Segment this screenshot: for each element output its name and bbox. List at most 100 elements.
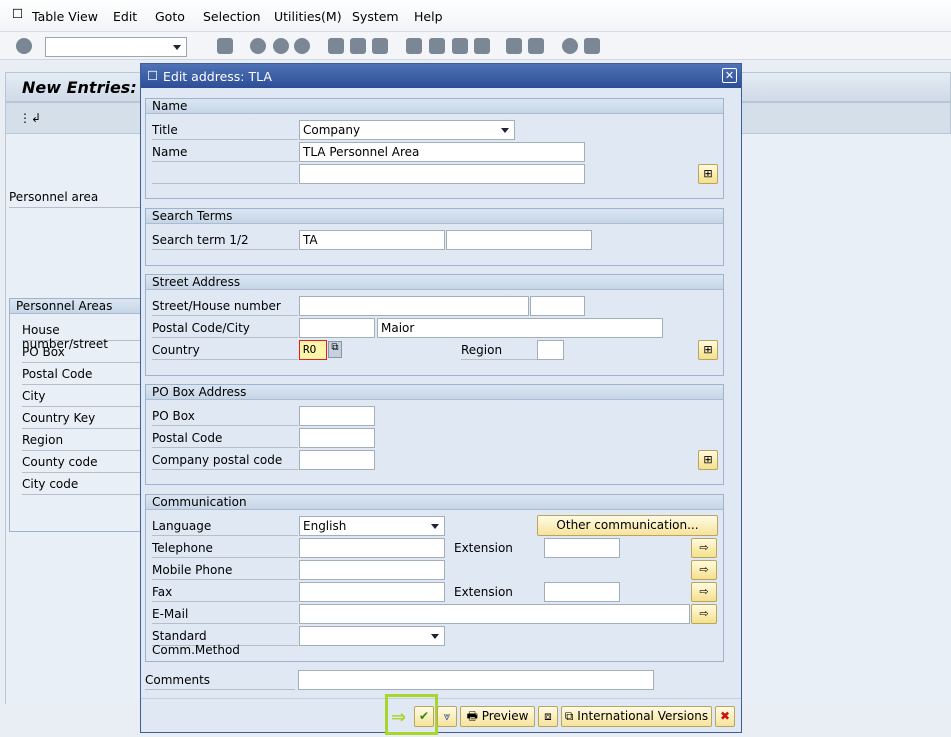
address-versions-button[interactable]: ⧈ <box>538 706 558 727</box>
telephone-more-icon[interactable]: ⇨ <box>691 538 717 558</box>
group-header: Communication <box>146 495 723 510</box>
fax-extension-input[interactable] <box>544 582 620 602</box>
menu-goto[interactable]: Goto <box>155 9 185 24</box>
postal-city-label: Postal Code/City <box>152 318 298 338</box>
menu-table-view[interactable]: Table View <box>32 9 98 24</box>
back-icon[interactable] <box>250 38 266 54</box>
title-select[interactable]: Company <box>299 120 515 140</box>
page-title: New Entries: D <box>22 78 156 97</box>
menu-utilities[interactable]: Utilities(M) <box>274 9 342 24</box>
name-label: Name <box>152 142 298 162</box>
name2-label <box>152 164 298 184</box>
dialog-title: Edit address: TLA <box>163 69 272 84</box>
save-icon[interactable] <box>217 38 233 54</box>
company-postal-label: Company postal code <box>152 450 298 470</box>
city-input[interactable]: Maior <box>377 318 663 338</box>
po-box-input[interactable] <box>299 406 375 426</box>
country-label: Country <box>152 340 298 360</box>
cancel-icon[interactable] <box>294 38 310 54</box>
more-fields-icon[interactable]: ⊞ <box>698 340 718 360</box>
communication-group: Communication Language English Other com… <box>145 494 724 662</box>
menu-bar: ☐ Table View Edit Goto Selection Utiliti… <box>0 0 951 32</box>
group-header: Search Terms <box>146 209 723 224</box>
print-icon[interactable] <box>328 38 344 54</box>
enter-icon[interactable] <box>16 38 32 54</box>
name2-input[interactable] <box>299 164 585 184</box>
search-term-2-input[interactable] <box>446 230 592 250</box>
last-page-icon[interactable] <box>474 38 490 54</box>
language-select[interactable]: English <box>299 516 445 536</box>
postal-code-input[interactable] <box>299 318 375 338</box>
bg-field: House number/street <box>22 320 146 351</box>
telephone-label: Telephone <box>152 538 298 558</box>
cancel-button[interactable]: ✖ <box>715 706 735 727</box>
fax-input[interactable] <box>299 582 445 602</box>
close-icon[interactable]: ✕ <box>722 68 737 83</box>
telephone-input[interactable] <box>299 538 445 558</box>
preview-button[interactable]: 🖶 Preview <box>460 706 535 727</box>
po-box-label: PO Box <box>152 406 298 426</box>
find-icon[interactable] <box>350 38 366 54</box>
group-header: PO Box Address <box>146 385 723 400</box>
po-postal-input[interactable] <box>299 428 375 448</box>
comments-input[interactable] <box>298 670 654 690</box>
menu-help[interactable]: Help <box>414 9 443 24</box>
region-input[interactable] <box>537 340 564 360</box>
overview-icon[interactable]: ⋮↲ <box>19 111 41 125</box>
find-next-icon[interactable] <box>372 38 388 54</box>
previous-page-icon[interactable] <box>429 38 445 54</box>
other-communication-button[interactable]: Other communication... <box>537 515 718 536</box>
dialog-menu-icon[interactable]: ☐ <box>147 68 158 83</box>
email-more-icon[interactable]: ⇨ <box>691 604 717 624</box>
search-term-1-input[interactable]: TA <box>299 230 445 250</box>
preview-label: Preview <box>481 709 529 723</box>
mobile-more-icon[interactable]: ⇨ <box>691 560 717 580</box>
menu-system[interactable]: System <box>352 9 399 24</box>
house-number-input[interactable] <box>530 296 585 316</box>
dialog-title-bar: ☐ Edit address: TLA ✕ <box>141 64 741 88</box>
value-help-icon[interactable]: ⧉ <box>328 341 342 358</box>
bg-field: Country Key <box>22 408 146 429</box>
international-versions-label: International Versions <box>577 709 709 723</box>
international-versions-button[interactable]: ⧉ International Versions <box>561 706 712 727</box>
new-session-icon[interactable] <box>506 38 522 54</box>
fax-more-icon[interactable]: ⇨ <box>691 582 717 602</box>
more-fields-icon[interactable]: ⊞ <box>698 450 718 470</box>
first-page-icon[interactable] <box>406 38 422 54</box>
std-comm-label: Standard Comm.Method <box>152 626 298 657</box>
mobile-input[interactable] <box>299 560 445 580</box>
more-fields-icon[interactable]: ⊞ <box>698 164 718 184</box>
next-page-icon[interactable] <box>452 38 468 54</box>
bg-field: City code <box>22 474 146 495</box>
confirm-button[interactable]: ✔ <box>414 706 434 727</box>
personnel-area-label: Personnel area <box>9 187 144 208</box>
exit-icon[interactable] <box>273 38 289 54</box>
system-menu-icon[interactable]: ☐ <box>12 6 23 21</box>
comments-label: Comments <box>145 670 295 690</box>
po-box-group: PO Box Address PO Box Postal Code Compan… <box>145 384 724 485</box>
email-label: E-Mail <box>152 604 298 624</box>
region-label: Region <box>461 340 537 360</box>
menu-selection[interactable]: Selection <box>203 9 261 24</box>
name-input[interactable]: TLA Personnel Area <box>299 142 585 162</box>
company-postal-input[interactable] <box>299 450 375 470</box>
telephone-extension-input[interactable] <box>544 538 620 558</box>
po-postal-label: Postal Code <box>152 428 298 448</box>
help-icon[interactable] <box>562 38 578 54</box>
expand-button[interactable]: ⩔ <box>437 706 457 727</box>
edit-address-dialog: ☐ Edit address: TLA ✕ Name Title Company… <box>140 63 742 735</box>
extension-label: Extension <box>454 541 513 555</box>
command-field[interactable] <box>45 37 187 57</box>
email-input[interactable] <box>299 604 690 624</box>
menu-edit[interactable]: Edit <box>113 9 137 24</box>
bg-field: PO Box <box>22 342 146 363</box>
title-label: Title <box>152 120 298 140</box>
std-comm-select[interactable] <box>299 626 445 646</box>
shortcut-icon[interactable] <box>528 38 544 54</box>
layout-menu-icon[interactable] <box>584 38 600 54</box>
bg-field: County code <box>22 452 146 473</box>
search-term-label: Search term 1/2 <box>152 230 298 250</box>
fax-extension-label: Extension <box>454 585 513 599</box>
country-input[interactable]: RO <box>299 340 327 360</box>
street-input[interactable] <box>299 296 529 316</box>
